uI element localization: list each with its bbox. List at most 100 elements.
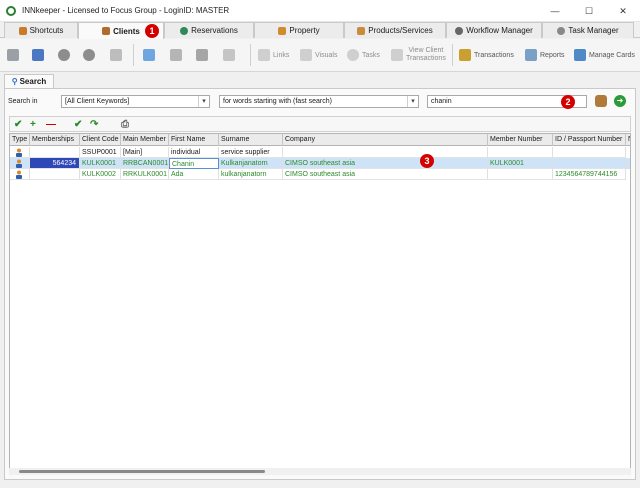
confirm-icon[interactable]: ✔ bbox=[14, 119, 22, 130]
back-button[interactable] bbox=[58, 45, 73, 65]
merge-icon bbox=[170, 49, 182, 61]
printer-icon bbox=[196, 49, 208, 61]
column-header[interactable]: Client Code bbox=[80, 134, 121, 146]
chevron-down-icon: ▾ bbox=[198, 96, 209, 107]
member-number-cell bbox=[488, 169, 553, 180]
tab-shortcuts[interactable]: Shortcuts bbox=[4, 22, 78, 38]
surname-cell: service supplier bbox=[219, 147, 283, 158]
close-button[interactable]: ✕ bbox=[606, 0, 640, 22]
memberships-cell: 564234 bbox=[30, 158, 80, 169]
merge-button[interactable] bbox=[170, 45, 185, 65]
redo-icon[interactable]: ↷ bbox=[90, 119, 98, 130]
column-header[interactable]: Surname bbox=[219, 134, 283, 146]
column-header[interactable]: Main Member bbox=[121, 134, 169, 146]
tasks-icon bbox=[347, 49, 359, 61]
tab-reservations[interactable]: Reservations bbox=[164, 22, 254, 38]
surname-cell: Kulkanjanatorn bbox=[219, 158, 283, 169]
cards-icon bbox=[574, 49, 586, 61]
forward-button[interactable] bbox=[83, 45, 98, 65]
first-name-cell: individual bbox=[169, 147, 219, 158]
person-icon bbox=[16, 148, 22, 157]
tag-icon bbox=[223, 49, 235, 61]
go-search-icon[interactable]: ➜ bbox=[614, 95, 626, 107]
toolbar-divider bbox=[452, 44, 453, 66]
tab-workflow-manager[interactable]: Workflow Manager bbox=[446, 22, 542, 38]
table-row[interactable]: SSUP0001 [Main] individual service suppl… bbox=[10, 147, 630, 158]
title-bar: INNkeeper - Licensed to Focus Group - Lo… bbox=[0, 0, 640, 22]
card-icon bbox=[32, 49, 44, 61]
company-cell: CIMSO southeast asia bbox=[283, 169, 488, 180]
scrollbar-thumb[interactable] bbox=[19, 470, 265, 473]
grid-header: Type Memberships Client Code Main Member… bbox=[10, 134, 630, 146]
person-icon bbox=[16, 159, 22, 168]
transactions-icon bbox=[459, 49, 471, 61]
first-name-cell[interactable]: Chanin bbox=[169, 158, 219, 169]
client-card-button[interactable] bbox=[32, 45, 47, 65]
table-row[interactable]: KULK0002 RRKULK0001 Ada kulkanjanatorn C… bbox=[10, 169, 630, 180]
new-document-button[interactable] bbox=[143, 45, 158, 65]
links-button[interactable]: Links bbox=[258, 45, 289, 65]
edit-button[interactable] bbox=[7, 45, 22, 65]
visuals-button[interactable]: Visuals bbox=[300, 45, 337, 65]
search-scope-select[interactable]: [All Client Keywords] ▾ bbox=[61, 95, 210, 108]
chevron-down-icon: ▾ bbox=[407, 96, 418, 107]
tag-button[interactable] bbox=[223, 45, 238, 65]
search-icon: ⚲ bbox=[11, 77, 18, 86]
tab-products-services[interactable]: Products/Services bbox=[344, 22, 446, 38]
printer-icon[interactable]: ⎙ bbox=[121, 119, 129, 130]
clients-toolbar: Links Visuals Tasks View Client Transacti… bbox=[0, 39, 640, 72]
view-client-transactions-button[interactable]: View Client Transactions bbox=[391, 45, 446, 65]
memberships-cell bbox=[30, 169, 80, 180]
column-header[interactable]: N bbox=[626, 134, 630, 146]
tab-search[interactable]: ⚲ Search bbox=[4, 74, 54, 88]
annotation-marker-3: 3 bbox=[420, 154, 434, 168]
tab-property[interactable]: Property bbox=[254, 22, 344, 38]
surname-cell: kulkanjanatorn bbox=[219, 169, 283, 180]
memberships-cell bbox=[30, 147, 80, 158]
window-title: INNkeeper - Licensed to Focus Group - Lo… bbox=[22, 6, 230, 15]
advanced-search-icon[interactable] bbox=[595, 95, 607, 107]
search-document-icon bbox=[391, 49, 403, 61]
column-header[interactable]: ID / Passport Number bbox=[553, 134, 626, 146]
export-button[interactable] bbox=[110, 45, 125, 65]
tasks-button[interactable]: Tasks bbox=[347, 45, 380, 65]
id-passport-cell bbox=[553, 158, 626, 169]
table-row[interactable]: 564234 KULK0001 RRBCAN0001 Chanin Kulkan… bbox=[10, 158, 630, 169]
client-code-cell: KULK0002 bbox=[80, 169, 121, 180]
first-name-cell: Ada bbox=[169, 169, 219, 180]
remove-icon[interactable]: — bbox=[46, 119, 56, 130]
arrow-right-icon bbox=[83, 49, 95, 61]
main-member-cell: RRKULK0001 bbox=[121, 169, 169, 180]
main-member-cell: RRBCAN0001 bbox=[121, 158, 169, 169]
transactions-button[interactable]: Transactions bbox=[459, 45, 514, 65]
manage-cards-button[interactable]: Manage Cards bbox=[574, 45, 635, 65]
column-header[interactable]: Company bbox=[283, 134, 488, 146]
maximize-button[interactable]: ☐ bbox=[572, 0, 606, 22]
tab-task-manager[interactable]: Task Manager bbox=[542, 22, 634, 38]
print-button[interactable] bbox=[196, 45, 211, 65]
column-header[interactable]: First Name bbox=[169, 134, 219, 146]
annotation-marker-1: 1 bbox=[145, 24, 159, 38]
horizontal-scrollbar[interactable] bbox=[9, 468, 631, 475]
column-header[interactable]: Member Number bbox=[488, 134, 553, 146]
arrow-left-icon bbox=[58, 49, 70, 61]
reports-button[interactable]: Reports bbox=[525, 45, 565, 65]
main-member-cell: [Main] bbox=[121, 147, 169, 158]
member-number-cell bbox=[488, 147, 553, 158]
people-icon bbox=[102, 27, 111, 35]
box-icon bbox=[357, 26, 366, 35]
person-icon bbox=[16, 170, 22, 179]
check-all-icon[interactable]: ✔ bbox=[74, 119, 82, 130]
toolbar-divider bbox=[250, 44, 251, 66]
pencil-icon bbox=[18, 26, 27, 35]
id-passport-cell bbox=[553, 147, 626, 158]
column-header[interactable]: Memberships bbox=[30, 134, 80, 146]
minimize-button[interactable]: — bbox=[538, 0, 572, 22]
add-icon[interactable]: + bbox=[30, 119, 36, 130]
search-mode-select[interactable]: for words starting with (fast search) ▾ bbox=[219, 95, 419, 108]
main-tab-strip: Shortcuts Clients Reservations Property … bbox=[0, 22, 640, 39]
id-passport-cell: 1234564789744156 bbox=[553, 169, 626, 180]
reports-icon bbox=[525, 49, 537, 61]
annotation-marker-2: 2 bbox=[561, 95, 575, 109]
column-header[interactable]: Type bbox=[10, 134, 30, 146]
